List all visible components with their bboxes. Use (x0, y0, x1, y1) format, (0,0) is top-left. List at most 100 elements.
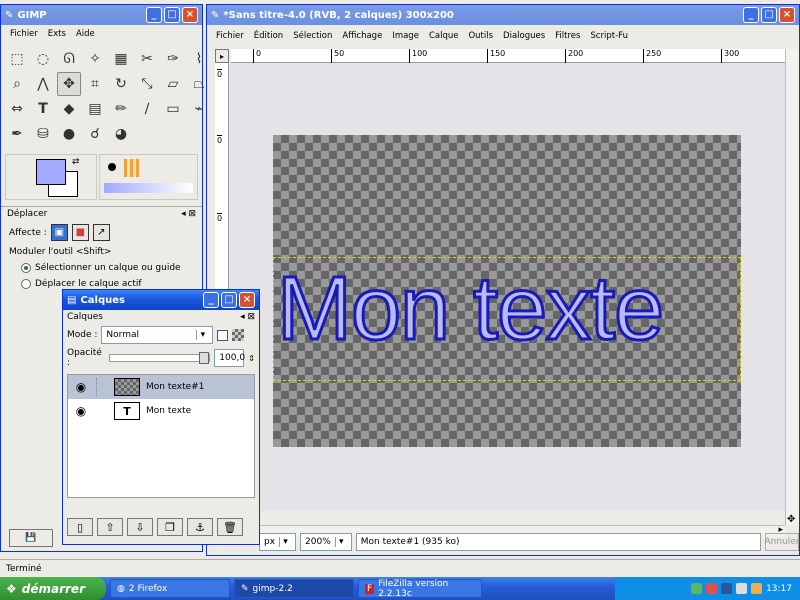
opacity-slider[interactable] (109, 352, 211, 364)
menu-filtres[interactable]: Filtres (550, 31, 585, 41)
close-button[interactable]: × (239, 292, 255, 308)
menu-dialogues[interactable]: Dialogues (498, 31, 550, 41)
keep-transparency-checkbox[interactable] (217, 329, 229, 341)
panel-menu-icon[interactable]: ◂ ⊠ (240, 312, 255, 322)
navigate-icon[interactable]: ✥ (787, 514, 795, 525)
scale-icon[interactable]: ⤡ (135, 72, 159, 96)
menu-edition[interactable]: Édition (249, 31, 288, 41)
menu-fichier[interactable]: Fichier (211, 31, 249, 41)
layer-item[interactable]: ◉ T Mon texte (68, 399, 254, 423)
eraser-icon[interactable]: ▭ (161, 97, 185, 121)
tool-options-close-icon[interactable]: ◂ ⊠ (181, 209, 196, 219)
close-button[interactable]: × (779, 7, 795, 23)
move-icon[interactable]: ✥ (57, 72, 81, 96)
chevron-down-icon[interactable]: ▾ (334, 537, 347, 547)
affect-path-button[interactable]: ↗ (92, 224, 110, 241)
save-options-button[interactable]: 💾 (9, 529, 53, 547)
start-button[interactable]: ❖ démarrer (0, 577, 106, 600)
affect-selection-button[interactable]: ■ (71, 224, 89, 241)
cancel-button[interactable]: Annuler (765, 533, 800, 551)
delete-layer-button[interactable]: 🗑 (217, 518, 243, 536)
taskbar-item-filezilla[interactable]: F FileZilla version 2.2.13c (358, 579, 482, 599)
menu-fichier[interactable]: Fichier (5, 29, 43, 39)
brush-pattern-area[interactable] (99, 154, 198, 200)
chain-icon[interactable] (96, 378, 108, 396)
menu-affichage[interactable]: Affichage (337, 31, 387, 41)
vertical-scrollbar[interactable]: ✥ (785, 49, 799, 525)
lower-layer-button[interactable]: ⇩ (127, 518, 153, 536)
scissors-icon[interactable]: ✂ (135, 47, 159, 71)
paths-icon[interactable]: ✑ (161, 47, 185, 71)
radio-select-layer-icon[interactable] (21, 263, 31, 273)
fg-bg-colors[interactable]: ⇄ (5, 154, 97, 200)
antivirus-icon[interactable] (706, 583, 718, 594)
spin-icon[interactable]: ⇕ (248, 354, 255, 363)
fuzzy-select-icon[interactable]: ✧ (83, 47, 107, 71)
menu-calque[interactable]: Calque (424, 31, 464, 41)
bucket-fill-icon[interactable]: ◆ (57, 97, 81, 121)
menu-scriptfu[interactable]: Script-Fu (585, 31, 633, 41)
opacity-field[interactable]: 100,0 (214, 349, 245, 367)
menu-outils[interactable]: Outils (463, 31, 498, 41)
affect-layer-button[interactable]: ▣ (50, 224, 68, 241)
chevron-down-icon[interactable]: ▾ (196, 330, 208, 340)
shear-icon[interactable]: ▱ (161, 72, 185, 96)
taskbar-item-firefox[interactable]: ◍ 2 Firefox (110, 579, 230, 598)
maximize-button[interactable]: □ (221, 292, 237, 308)
canvas-area[interactable]: Mon texte (229, 63, 785, 511)
anchor-layer-button[interactable]: ⚓ (187, 518, 213, 536)
raise-layer-button[interactable]: ⇧ (97, 518, 123, 536)
lasso-icon[interactable]: ᘏ (57, 47, 81, 71)
layers-titlebar[interactable]: ▤ Calques _ □ × (63, 290, 259, 310)
menu-exts[interactable]: Exts (43, 29, 71, 39)
smudge-icon[interactable]: ☌ (83, 122, 107, 146)
flip-icon[interactable]: ⇔ (5, 97, 29, 121)
blur-icon[interactable]: ● (57, 122, 81, 146)
volume-icon[interactable] (736, 583, 748, 594)
toolbox-titlebar[interactable]: ✎ GIMP _ □ × (1, 5, 202, 25)
network-icon[interactable] (691, 583, 703, 594)
eye-icon[interactable]: ◉ (72, 404, 90, 418)
layer-item[interactable]: ◉ Mon texte#1 (68, 375, 254, 399)
brush-icon[interactable]: ∕ (135, 97, 159, 121)
zoom-icon[interactable]: ⌕ (5, 72, 29, 96)
word-icon[interactable] (721, 583, 733, 594)
new-layer-button[interactable]: ▯ (67, 518, 93, 536)
mode-select[interactable]: Normal ▾ (101, 326, 214, 344)
radio-select-layer[interactable]: Sélectionner un calque ou guide (1, 260, 202, 276)
crop-icon[interactable]: ⌗ (83, 72, 107, 96)
rotate-icon[interactable]: ↻ (109, 72, 133, 96)
text-icon[interactable]: T (31, 97, 55, 121)
measure-icon[interactable]: ⋀ (31, 72, 55, 96)
unit-combo[interactable]: px ▾ (259, 533, 297, 551)
radio-move-active-icon[interactable] (21, 279, 31, 289)
menu-selection[interactable]: Sélection (288, 31, 337, 41)
chevron-down-icon[interactable]: ▾ (279, 537, 291, 547)
pencil-icon[interactable]: ✏ (109, 97, 133, 121)
minimize-button[interactable]: _ (146, 7, 162, 23)
duplicate-layer-button[interactable]: ❐ (157, 518, 183, 536)
menu-image[interactable]: Image (387, 31, 424, 41)
color-select-icon[interactable]: ▦ (109, 47, 133, 71)
clone-icon[interactable]: ⛁ (31, 122, 55, 146)
rect-select-icon[interactable]: ⬚ (5, 47, 29, 71)
ellipse-select-icon[interactable]: ◌ (31, 47, 55, 71)
menu-arrow-button[interactable]: ▸ (215, 49, 229, 63)
maximize-button[interactable]: □ (761, 7, 777, 23)
minimize-button[interactable]: _ (203, 292, 219, 308)
zoom-combo[interactable]: 200% ▾ (300, 533, 352, 551)
horizontal-ruler[interactable]: 0 50 100 150 200 250 300 (231, 49, 785, 63)
eye-icon[interactable]: ◉ (72, 380, 90, 394)
ink-icon[interactable]: ✒ (5, 122, 29, 146)
dodge-burn-icon[interactable]: ◕ (109, 122, 133, 146)
maximize-button[interactable]: □ (164, 7, 180, 23)
close-button[interactable]: × (182, 7, 198, 23)
minimize-button[interactable]: _ (743, 7, 759, 23)
menu-aide[interactable]: Aide (71, 29, 100, 39)
opacity-slider-handle[interactable] (199, 352, 210, 364)
swap-colors-icon[interactable]: ⇄ (72, 157, 80, 167)
taskbar-item-gimp[interactable]: ✎ gimp-2.2 (234, 579, 354, 598)
blend-icon[interactable]: ▤ (83, 97, 107, 121)
shield-icon[interactable] (751, 583, 763, 594)
image-titlebar[interactable]: ✎ *Sans titre-4.0 (RVB, 2 calques) 300x2… (207, 5, 799, 25)
